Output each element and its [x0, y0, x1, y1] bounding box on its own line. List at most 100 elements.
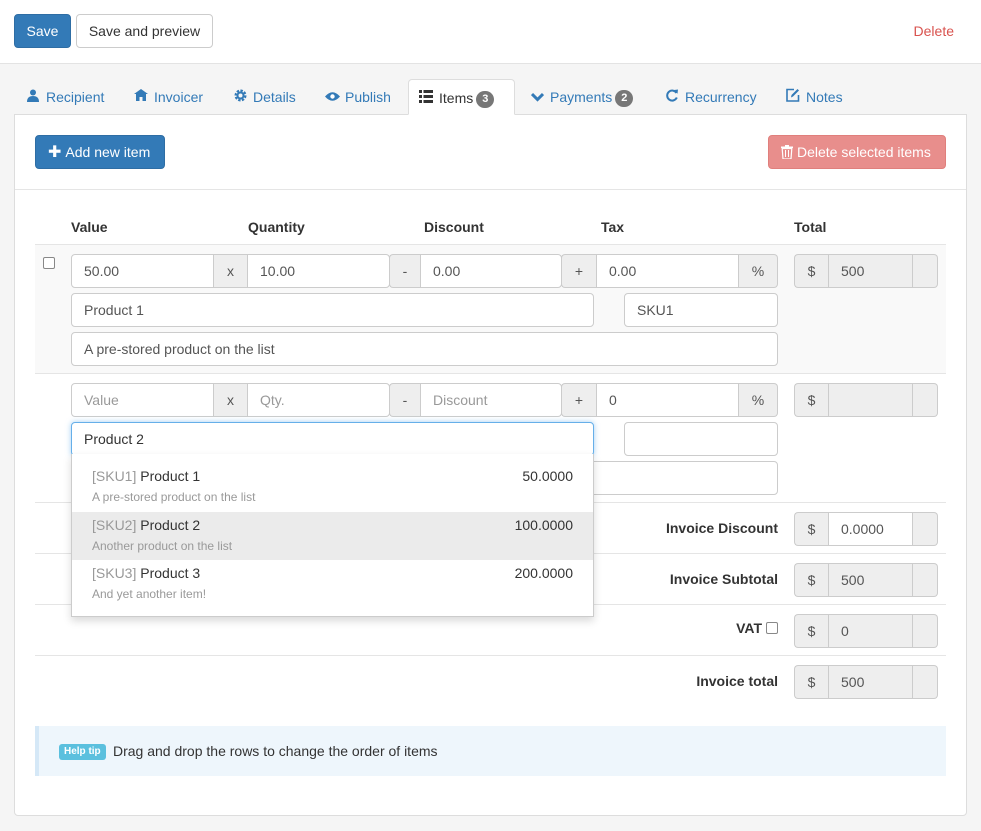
autocomplete-option[interactable]: [SKU3] Product 3 200.0000 And yet anothe…: [72, 560, 593, 608]
times-addon: x: [214, 254, 247, 288]
divider: [35, 373, 946, 374]
total-group: $: [794, 383, 938, 417]
discount-group: - 0.00: [389, 254, 562, 288]
item-description-input[interactable]: A pre-stored product on the list: [71, 332, 778, 366]
autocomplete-option[interactable]: [SKU1] Product 1 50.0000 A pre-stored pr…: [72, 454, 593, 504]
item-name-input[interactable]: Product 2: [71, 422, 594, 456]
tab-label: Invoicer: [154, 89, 204, 105]
tax-group: + 0.00 %: [561, 254, 778, 288]
currency-addon: $: [794, 563, 828, 597]
plus-icon: ✚: [48, 144, 62, 161]
autocomplete-dropdown: [SKU1] Product 1 50.0000 A pre-stored pr…: [71, 454, 594, 617]
subtotal-addon: [913, 563, 938, 597]
option-description: A pre-stored product on the list: [92, 490, 256, 504]
vat-checkbox[interactable]: [766, 622, 778, 634]
quantity-input[interactable]: 10.00: [247, 254, 390, 288]
total-addon: [913, 665, 938, 699]
option-description: Another product on the list: [92, 539, 233, 553]
invoice-total-field: 500: [828, 665, 913, 699]
chevron-down-icon: [530, 79, 544, 115]
tab-details[interactable]: Details: [223, 79, 306, 115]
list-icon: [419, 80, 433, 116]
tab-label: Notes: [806, 89, 843, 105]
times-addon: x: [214, 383, 247, 417]
minus-addon: -: [389, 254, 420, 288]
plus-addon: +: [561, 383, 596, 417]
delete-selected-items-button[interactable]: Delete selected items: [768, 135, 946, 169]
currency-addon: $: [794, 383, 828, 417]
tab-invoicer[interactable]: Invoicer: [124, 79, 213, 115]
vat-field: 0: [828, 614, 913, 648]
value-input[interactable]: Value: [71, 383, 214, 417]
invoice-total-label: Invoice total: [696, 673, 778, 689]
eye-icon: [325, 79, 340, 115]
delete-selected-label: Delete selected items: [797, 144, 931, 160]
currency-addon: $: [794, 614, 828, 648]
user-icon: [26, 79, 40, 115]
item-sku-input[interactable]: [624, 422, 778, 456]
tax-input[interactable]: 0: [596, 383, 739, 417]
tab-label: Items: [439, 90, 474, 106]
plus-addon: +: [561, 254, 596, 288]
option-price: 100.0000: [514, 517, 573, 533]
value-quantity-group: Value x Qty.: [71, 383, 390, 417]
percent-addon: %: [739, 383, 778, 417]
top-toolbar: Save Save and preview Delete: [0, 0, 981, 64]
value-input[interactable]: 50.00: [71, 254, 214, 288]
tab-label: Publish: [345, 89, 391, 105]
help-tip: Help tip Drag and drop the rows to chang…: [35, 726, 946, 776]
row-total-field: [828, 383, 913, 417]
bank-icon: [134, 79, 148, 115]
tab-recipient[interactable]: Recipient: [16, 79, 114, 115]
minus-addon: -: [389, 383, 420, 417]
quantity-input[interactable]: Qty.: [247, 383, 390, 417]
percent-addon: %: [739, 254, 778, 288]
discount-group: - Discount: [389, 383, 562, 417]
total-group: $ 500: [794, 254, 938, 288]
add-new-item-button[interactable]: ✚ Add new item: [35, 135, 165, 169]
total-addon: [913, 383, 938, 417]
invoice-subtotal-label: Invoice Subtotal: [669, 571, 778, 587]
vat-group: $ 0: [794, 614, 938, 648]
option-title: [SKU3] Product 3: [92, 565, 201, 581]
discount-input[interactable]: Discount: [420, 383, 562, 417]
currency-addon: $: [794, 665, 828, 699]
tab-recurrency[interactable]: Recurrency: [655, 79, 767, 115]
vat-label: VAT: [736, 620, 762, 636]
tax-input[interactable]: 0.00: [596, 254, 739, 288]
refresh-icon: [665, 79, 679, 115]
save-button[interactable]: Save: [14, 14, 71, 48]
discount-input[interactable]: 0.00: [420, 254, 562, 288]
row-total-field: 500: [828, 254, 913, 288]
tab-bar: Recipient Invoicer Details Publish Items…: [14, 79, 967, 115]
currency-addon: $: [794, 254, 828, 288]
invoice-discount-group: $ 0.0000: [794, 512, 938, 546]
tab-payments[interactable]: Payments 2: [520, 79, 643, 115]
tab-publish[interactable]: Publish: [315, 79, 401, 115]
tax-group: + 0 %: [561, 383, 778, 417]
tab-notes[interactable]: Notes: [776, 79, 853, 115]
column-header-quantity: Quantity: [248, 219, 305, 235]
invoice-discount-input[interactable]: 0.0000: [828, 512, 913, 546]
column-header-value: Value: [71, 219, 108, 235]
tab-items[interactable]: Items 3: [408, 79, 515, 115]
option-price: 50.0000: [522, 468, 573, 484]
column-header-discount: Discount: [424, 219, 484, 235]
autocomplete-option[interactable]: [SKU2] Product 2 100.0000 Another produc…: [72, 512, 593, 560]
items-count-badge: 3: [476, 91, 495, 108]
delete-link[interactable]: Delete: [914, 23, 954, 39]
invoice-total-group: $ 500: [794, 665, 938, 699]
gear-icon: [233, 79, 247, 115]
discount-addon: [913, 512, 938, 546]
item-sku-input[interactable]: SKU1: [624, 293, 778, 327]
help-tip-badge: Help tip: [59, 744, 106, 760]
invoice-discount-label: Invoice Discount: [665, 520, 778, 536]
tab-label: Payments: [550, 89, 613, 105]
currency-addon: $: [794, 512, 828, 546]
save-and-preview-button[interactable]: Save and preview: [76, 14, 213, 48]
column-header-total: Total: [794, 219, 827, 235]
invoice-subtotal-field: 500: [828, 563, 913, 597]
row-select-checkbox[interactable]: [43, 257, 55, 269]
item-name-input[interactable]: Product 1: [71, 293, 594, 327]
tab-label: Recurrency: [685, 89, 757, 105]
